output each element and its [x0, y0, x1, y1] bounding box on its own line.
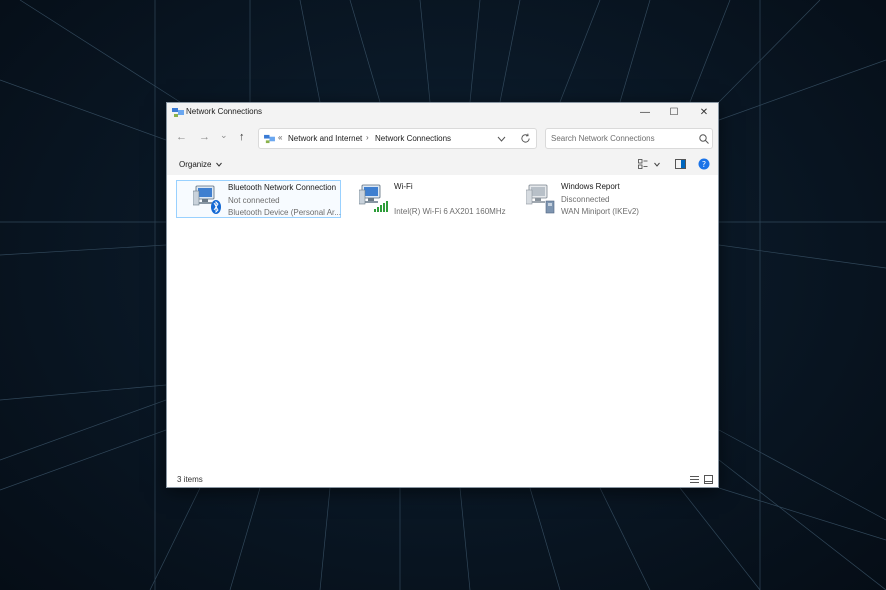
connection-status: Disconnected: [561, 195, 610, 204]
search-box[interactable]: Search Network Connections: [545, 128, 713, 149]
forward-button[interactable]: →: [199, 131, 210, 143]
connection-name: Bluetooth Network Connection: [228, 183, 337, 192]
connection-device: Bluetooth Device (Personal Ar...: [228, 208, 341, 217]
navigation-toolbar: ← → ⌄ ↑ « Network and Internet › Network…: [167, 123, 718, 153]
organize-label: Organize: [179, 160, 212, 169]
refresh-icon[interactable]: [520, 133, 531, 144]
large-icons-view-icon[interactable]: [704, 475, 713, 484]
maximize-button[interactable]: ☐: [659, 103, 689, 123]
svg-text:?: ?: [702, 160, 706, 169]
breadcrumb-network-connections[interactable]: Network Connections: [375, 134, 451, 143]
view-options-icon[interactable]: [638, 159, 648, 169]
recent-locations-button[interactable]: ⌄: [220, 130, 228, 141]
wifi-network-icon: [359, 184, 388, 212]
close-button[interactable]: ✕: [689, 103, 719, 123]
connection-name: Windows Report: [561, 182, 620, 191]
organize-button[interactable]: Organize: [179, 160, 222, 169]
up-button[interactable]: ↑: [239, 131, 245, 143]
network-connections-icon: [172, 108, 184, 117]
details-view-icon[interactable]: [690, 475, 699, 484]
chevron-down-icon[interactable]: [654, 162, 660, 167]
connection-status: Not connected: [228, 196, 280, 205]
vpn-network-icon: [526, 184, 555, 214]
search-input[interactable]: Search Network Connections: [551, 134, 655, 143]
status-bar: 3 items: [167, 473, 718, 487]
window-title: Network Connections: [186, 107, 263, 116]
preview-pane-icon[interactable]: [675, 159, 686, 169]
chevron-down-icon[interactable]: [497, 136, 506, 142]
back-button[interactable]: ←: [176, 131, 187, 143]
help-icon[interactable]: ?: [698, 158, 710, 170]
minimize-button[interactable]: —: [630, 103, 660, 123]
breadcrumb-separator: ›: [366, 133, 369, 142]
item-count: 3 items: [177, 475, 203, 484]
chevron-down-icon: [215, 163, 222, 168]
connection-device: Intel(R) Wi-Fi 6 AX201 160MHz: [394, 207, 506, 216]
connection-wifi[interactable]: Wi-Fi Intel(R) Wi-Fi 6 AX201 160MHz: [343, 180, 508, 218]
search-icon[interactable]: [699, 134, 709, 144]
network-connections-icon: [264, 134, 275, 144]
connections-list: Bluetooth Network Connection Not connect…: [167, 175, 718, 473]
connection-device: WAN Miniport (IKEv2): [561, 207, 639, 216]
breadcrumb-network-and-internet[interactable]: Network and Internet: [288, 134, 362, 143]
title-bar[interactable]: Network Connections — ☐ ✕: [167, 103, 718, 123]
bluetooth-network-icon: [193, 185, 221, 214]
connection-windows-report[interactable]: Windows Report Disconnected WAN Miniport…: [510, 180, 675, 218]
command-bar: Organize ?: [167, 153, 718, 176]
network-connections-window: Network Connections — ☐ ✕ ← → ⌄ ↑ « Netw…: [166, 102, 719, 488]
connection-name: Wi-Fi: [394, 182, 413, 191]
connection-bluetooth-network[interactable]: Bluetooth Network Connection Not connect…: [176, 180, 341, 218]
breadcrumb-overflow[interactable]: «: [278, 133, 282, 142]
address-bar[interactable]: « Network and Internet › Network Connect…: [258, 128, 537, 149]
